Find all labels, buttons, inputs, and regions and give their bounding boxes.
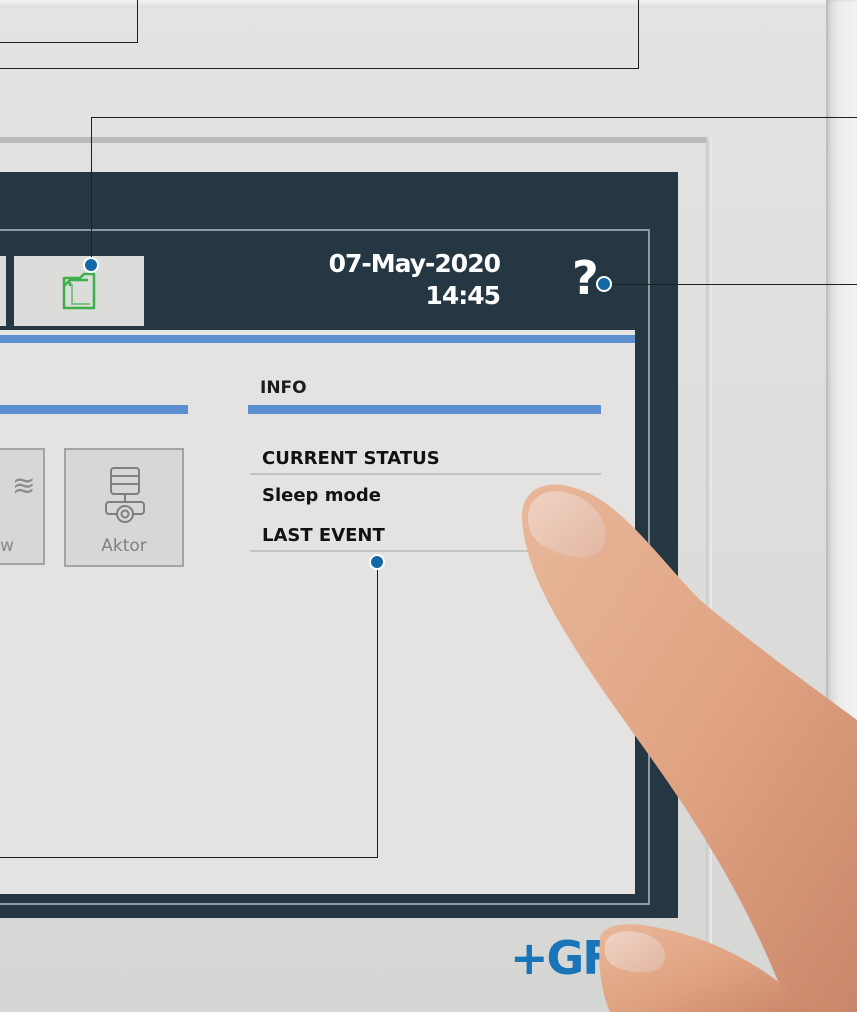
finger-photo [521,484,857,1012]
